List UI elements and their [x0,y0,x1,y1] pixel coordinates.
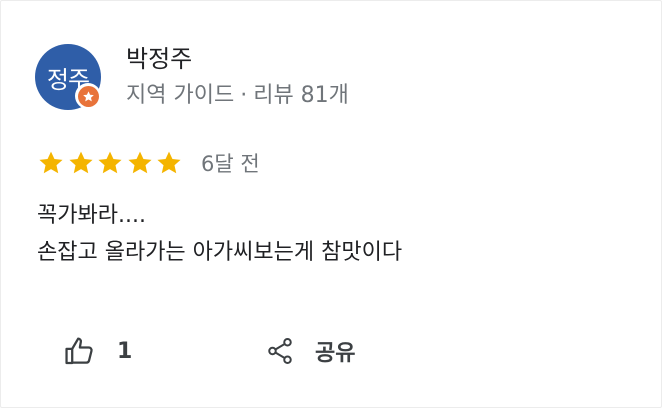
thumbs-up-icon [65,337,93,365]
review-card: 정주 박정주 지역 가이드 · 리뷰 81개 6달 전 꼭가봐라.... 손잡고 올… [0,0,662,408]
star-icon [155,149,183,177]
like-count: 1 [117,338,133,364]
star-icon [96,149,124,177]
review-time: 6달 전 [200,152,260,176]
share-icon [268,338,292,364]
like-button[interactable]: 1 [63,331,132,371]
rating-row: 6달 전 [37,146,260,180]
meta-separator: · [240,83,248,108]
author-role: 지역 가이드 [126,83,235,108]
star-icon [67,149,95,177]
author-meta: 지역 가이드 · 리뷰 81개 [126,81,349,111]
local-guide-badge [75,83,101,109]
share-label: 공유 [315,341,356,366]
star-icon [37,149,65,177]
author-review-count: 리뷰 81개 [253,83,349,108]
local-guide-star-icon [82,90,94,101]
review-text-line: 손잡고 올라가는 아가씨보는게 참맛이다 [37,240,403,265]
author-name[interactable]: 박정주 [126,44,192,74]
star-rating [37,149,185,177]
review-text-line: 꼭가봐라.... [37,203,146,228]
star-icon [126,149,154,177]
review-body: 꼭가봐라.... 손잡고 올라가는 아가씨보는게 참맛이다 [37,197,402,271]
share-button[interactable]: 공유 [265,331,355,371]
